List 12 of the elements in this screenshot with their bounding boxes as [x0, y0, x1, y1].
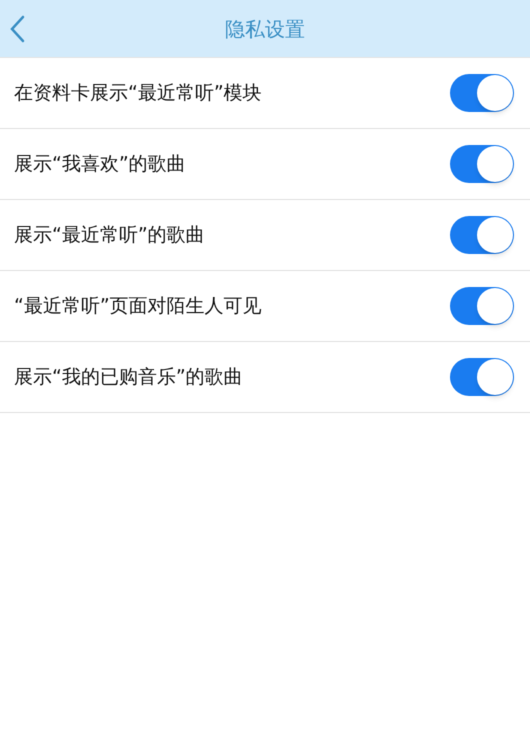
page-title: 隐私设置 [225, 16, 305, 42]
setting-label: 展示“我的已购音乐”的歌曲 [14, 364, 243, 390]
toggle-switch[interactable] [450, 145, 514, 183]
toggle-switch[interactable] [450, 74, 514, 112]
toggle-switch[interactable] [450, 216, 514, 254]
setting-label: 在资料卡展示“最近常听”模块 [14, 80, 262, 106]
back-icon [9, 15, 25, 43]
toggle-switch[interactable] [450, 358, 514, 396]
setting-label: 展示“我喜欢”的歌曲 [14, 152, 186, 177]
setting-label: 展示“最近常听”的歌曲 [14, 222, 205, 248]
setting-label: “最近常听”页面对陌生人可见 [14, 294, 262, 319]
toggle-switch[interactable] [450, 287, 514, 325]
